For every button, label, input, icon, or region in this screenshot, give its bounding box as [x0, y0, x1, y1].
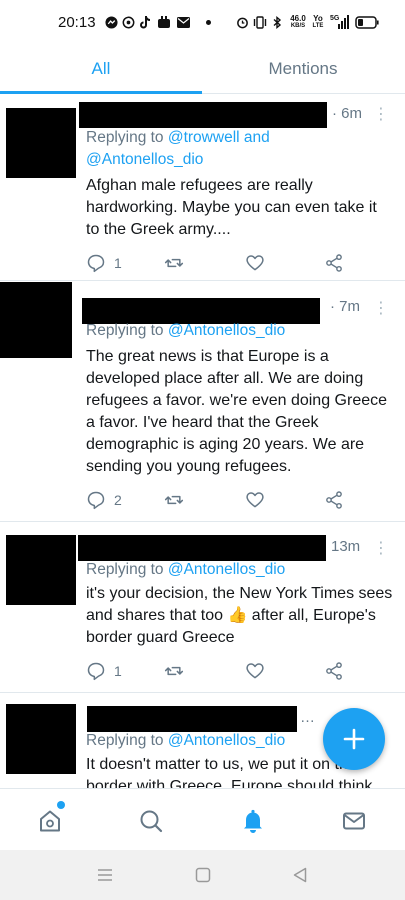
- tiktok-icon: [139, 15, 151, 29]
- retweet-button[interactable]: [164, 660, 184, 682]
- like-button[interactable]: [245, 489, 265, 511]
- like-button[interactable]: [245, 252, 265, 274]
- game-icon: [156, 15, 171, 29]
- status-time: 20:13: [58, 14, 96, 31]
- thumbs-up-emoji: 👍: [227, 607, 248, 624]
- reply-button[interactable]: 2: [86, 489, 122, 511]
- heart-icon: [246, 255, 264, 271]
- reply-button[interactable]: 1: [86, 252, 122, 274]
- tweet-card[interactable]: 13m ⋮ Replying to @Antonellos_dio it's y…: [0, 523, 405, 693]
- active-tab-indicator: [0, 91, 202, 94]
- notifications-tab[interactable]: [239, 807, 267, 835]
- more-options-icon[interactable]: ⋮: [373, 107, 389, 123]
- replying-to: Replying to @trowwell and @Antonellos_di…: [86, 129, 270, 168]
- replying-to: Replying to @Antonellos_dio: [86, 561, 286, 578]
- messages-tab[interactable]: [340, 807, 368, 835]
- retweet-button[interactable]: [164, 252, 184, 274]
- back-icon[interactable]: [290, 865, 310, 885]
- reply-icon: [87, 491, 105, 510]
- tweet-time: 13m: [331, 538, 361, 555]
- battery-icon: [355, 15, 379, 29]
- mention-link[interactable]: @Antonellos_dio: [168, 322, 285, 339]
- signal-icon: 5G: [330, 15, 350, 29]
- tab-mentions[interactable]: Mentions: [202, 44, 404, 94]
- avatar[interactable]: [6, 535, 76, 605]
- messages-icon: [343, 812, 365, 830]
- reply-count: 1: [114, 255, 122, 271]
- reply-count: 2: [114, 492, 122, 508]
- volte-indicator: Yo LTE: [312, 14, 324, 30]
- home-tab[interactable]: [36, 807, 64, 835]
- notifications-icon: [244, 809, 262, 833]
- reply-icon: [87, 662, 105, 681]
- new-content-dot: [57, 801, 65, 809]
- tweet-time: · 6m: [332, 105, 363, 122]
- like-button[interactable]: [245, 660, 265, 682]
- heart-icon: [246, 492, 264, 508]
- redacted-username: [79, 102, 327, 128]
- tweet-actions: 2: [86, 489, 356, 511]
- tweet-actions: 1: [86, 660, 356, 682]
- retweet-icon: [164, 666, 184, 676]
- alarm-icon: [235, 15, 249, 29]
- whatsapp-icon: [121, 15, 135, 29]
- tweet-card[interactable]: · 7m ⋮ Replying to @Antonellos_dio The g…: [0, 282, 405, 522]
- share-icon: [326, 491, 342, 509]
- bottom-navigation: [0, 788, 405, 850]
- home-icon: [40, 810, 60, 832]
- reply-button[interactable]: 1: [86, 660, 122, 682]
- retweet-button[interactable]: [164, 489, 184, 511]
- share-icon: [326, 254, 342, 272]
- vibrate-icon: [253, 15, 267, 29]
- net-speed-indicator: 46.0 KB/S: [290, 14, 306, 30]
- search-tab[interactable]: [137, 807, 165, 835]
- heart-icon: [246, 663, 264, 679]
- status-bar: 20:13 46.0 KB/S Yo LTE 5G: [0, 0, 405, 44]
- share-button[interactable]: [324, 489, 344, 511]
- redacted-username: [78, 535, 326, 561]
- plus-icon: [343, 728, 365, 750]
- tweet-card[interactable]: · 6m ⋮ Replying to @trowwell and @Antone…: [0, 95, 405, 281]
- mention-link[interactable]: @Antonellos_dio: [168, 561, 285, 578]
- mention-link[interactable]: @Antonellos_dio: [168, 732, 285, 749]
- retweet-icon: [164, 495, 184, 505]
- notification-tabs: All Mentions: [0, 44, 405, 94]
- system-navigation-bar: [0, 850, 405, 900]
- reply-icon: [87, 254, 105, 273]
- tweet-time: …: [300, 709, 315, 726]
- tweet-text: it's your decision, the New York Times s…: [86, 585, 393, 646]
- menu-icon[interactable]: [95, 865, 115, 885]
- tweet-time: · 7m: [330, 298, 361, 315]
- retweet-icon: [164, 258, 184, 268]
- share-button[interactable]: [324, 660, 344, 682]
- avatar[interactable]: [6, 108, 76, 178]
- dot-icon: [205, 15, 211, 29]
- messenger-icon: [104, 15, 118, 29]
- mail-icon: [176, 15, 190, 29]
- compose-tweet-button[interactable]: [323, 708, 385, 770]
- tweet-actions: 1: [86, 252, 356, 274]
- bluetooth-icon: [271, 15, 283, 29]
- home-square-icon[interactable]: [193, 865, 213, 885]
- replying-to: Replying to @Antonellos_dio: [86, 322, 286, 339]
- tweet-text: Afghan male refugees are really hardwork…: [86, 177, 377, 238]
- share-icon: [326, 662, 342, 680]
- more-options-icon[interactable]: ⋮: [373, 301, 389, 317]
- share-button[interactable]: [324, 252, 344, 274]
- reply-count: 1: [114, 663, 122, 679]
- avatar[interactable]: [0, 282, 72, 358]
- more-options-icon[interactable]: ⋮: [373, 541, 389, 557]
- search-icon: [140, 810, 163, 833]
- tab-all[interactable]: All: [0, 44, 202, 94]
- redacted-username: [87, 706, 297, 732]
- avatar[interactable]: [6, 704, 76, 774]
- tweet-text: The great news is that Europe is a devel…: [86, 348, 388, 475]
